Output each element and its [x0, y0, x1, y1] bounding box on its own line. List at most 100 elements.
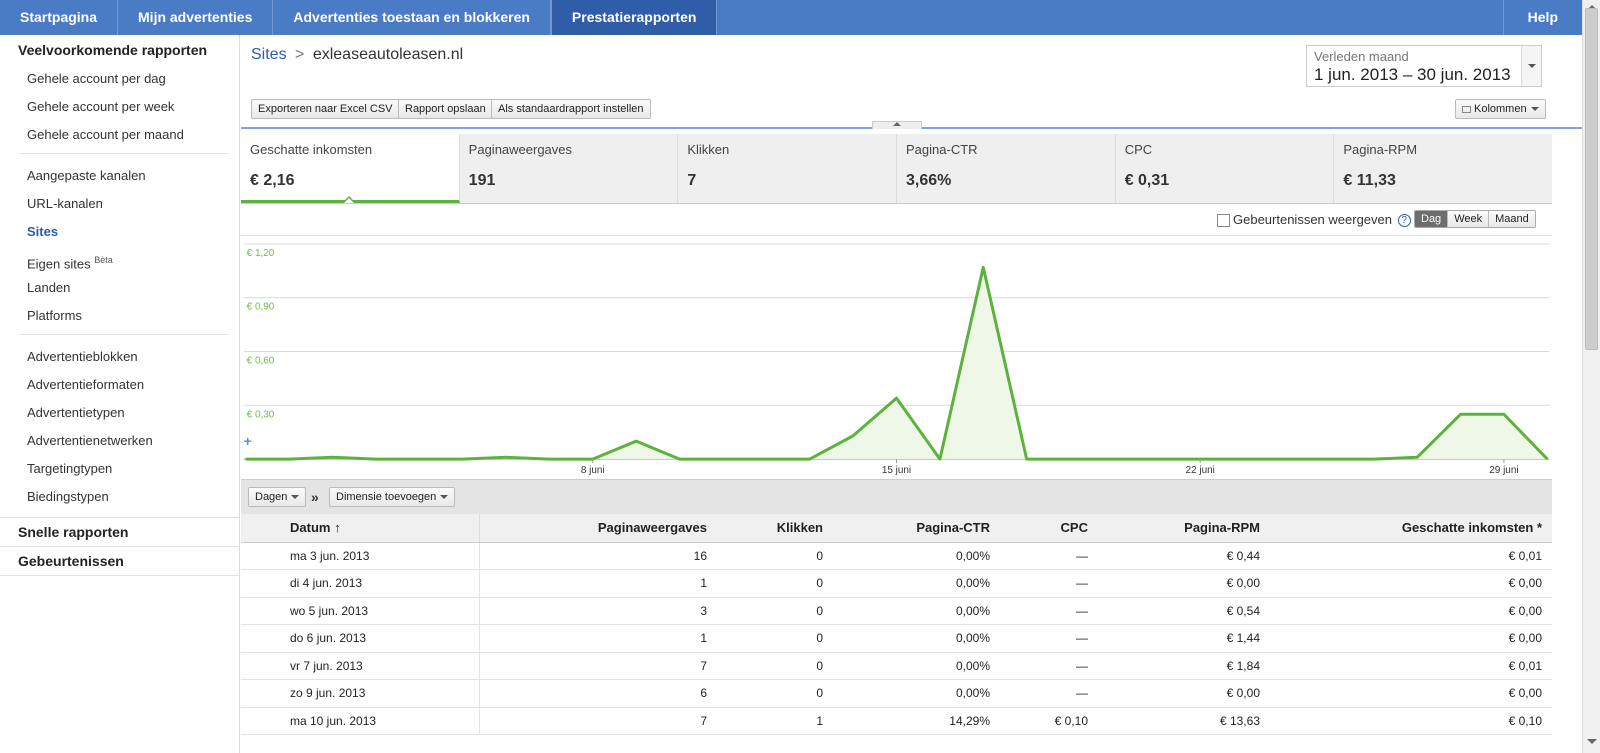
chart-data-point[interactable]	[1243, 458, 1245, 460]
sidebar-item-url-channels[interactable]: URL-kanalen	[0, 190, 239, 218]
zoom-plus-icon[interactable]: +	[244, 433, 252, 449]
sidebar-section-quick-reports[interactable]: Snelle rapporten	[0, 518, 239, 547]
sidebar-item-sites[interactable]: Sites	[0, 218, 239, 246]
sidebar-item-platforms[interactable]: Platforms	[0, 302, 239, 330]
chart-data-point[interactable]	[1503, 413, 1505, 415]
columns-button[interactable]: Kolommen	[1455, 99, 1546, 119]
days-dimension-button[interactable]: Dagen	[248, 487, 307, 507]
tab-prestatierapporten[interactable]: Prestatierapporten	[550, 0, 718, 35]
column-header-page-rpm[interactable]: Pagina-RPM	[1098, 514, 1270, 543]
table-cell: —	[1000, 597, 1098, 625]
help-icon[interactable]: ?	[1397, 214, 1411, 228]
sidebar-item-account-per-day[interactable]: Gehele account per dag	[0, 65, 239, 93]
chart-data-point[interactable]	[1112, 458, 1114, 460]
chart-data-point[interactable]	[722, 458, 724, 460]
save-report-button[interactable]: Rapport opslaan	[398, 99, 493, 119]
chart-data-point[interactable]	[1460, 413, 1462, 415]
sidebar-item-bid-types[interactable]: Biedingstypen	[0, 483, 239, 511]
collapse-chart-icon[interactable]	[872, 121, 922, 129]
chart-data-point[interactable]	[1069, 458, 1071, 460]
chart-data-point[interactable]	[982, 266, 984, 268]
scrollbar-thumb[interactable]	[1585, 8, 1598, 350]
table-cell: do 6 jun. 2013	[241, 624, 480, 653]
sidebar-item-own-sites[interactable]: Eigen sites Bèta	[0, 246, 239, 274]
chart-data-point[interactable]	[331, 456, 333, 458]
table-cell: 0,00%	[833, 624, 1000, 653]
table-cell: 0,00%	[833, 597, 1000, 625]
chart-data-point[interactable]	[288, 458, 290, 460]
table-row: ma 10 jun. 2013 7 1 14,29% € 0,10 € 13,63 € 0,…	[241, 707, 1552, 735]
sidebar-item-ad-networks[interactable]: Advertentienetwerken	[0, 427, 239, 455]
chart-data-point[interactable]	[375, 458, 377, 460]
column-header-date[interactable]: Datum ↑	[241, 514, 480, 543]
chart-data-point[interactable]	[809, 458, 811, 460]
chart-data-point[interactable]	[765, 458, 767, 460]
sidebar-section-common-reports[interactable]: Veelvoorkomende rapporten	[0, 35, 239, 65]
granularity-month-button[interactable]: Maand	[1489, 211, 1535, 227]
table-cell: € 13,63	[1098, 707, 1270, 735]
table-cell: 7	[479, 707, 717, 735]
sidebar-item-ad-units[interactable]: Advertentieblokken	[0, 343, 239, 371]
scorecard-label: Geschatte inkomsten	[250, 142, 373, 157]
sidebar-item-targeting-types[interactable]: Targetingtypen	[0, 455, 239, 483]
own-sites-label: Eigen sites	[27, 256, 91, 272]
sidebar-item-custom-channels[interactable]: Aangepaste kanalen	[0, 162, 239, 190]
events-checkbox[interactable]	[1217, 214, 1230, 228]
chart-data-point[interactable]	[939, 458, 941, 460]
breadcrumb-sites-link[interactable]: Sites	[251, 46, 287, 63]
chart-data-point[interactable]	[1156, 458, 1158, 460]
help-link[interactable]: Help	[1502, 0, 1582, 35]
column-header-clicks[interactable]: Klikken	[717, 514, 833, 543]
chart-data-point[interactable]	[1373, 458, 1375, 460]
date-range-picker[interactable]: Verleden maand 1 jun. 2013 – 30 jun. 201…	[1306, 45, 1542, 87]
events-toggle[interactable]: Gebeurtenissen weergeven ?	[1217, 212, 1411, 228]
chart-data-point[interactable]	[1026, 458, 1028, 460]
column-header-page-ctr[interactable]: Pagina-CTR	[833, 514, 1000, 543]
chart-data-point[interactable]	[505, 456, 507, 458]
granularity-week-button[interactable]: Week	[1448, 211, 1490, 227]
chart-data-point[interactable]	[1416, 456, 1418, 458]
scroll-down-icon[interactable]	[1587, 739, 1597, 749]
scorecard-cpc[interactable]: CPC € 0,31	[1116, 134, 1335, 203]
sidebar-item-account-per-month[interactable]: Gehele account per maand	[0, 121, 239, 149]
chart-data-point[interactable]	[1286, 458, 1288, 460]
add-dimension-button[interactable]: Dimensie toevoegen	[329, 487, 456, 507]
sidebar-item-account-per-week[interactable]: Gehele account per week	[0, 93, 239, 121]
chart-data-point[interactable]	[635, 440, 637, 442]
scorecard-clicks[interactable]: Klikken 7	[678, 134, 898, 203]
page-scrollbar[interactable]	[1582, 0, 1600, 753]
column-header-cpc[interactable]: CPC	[1000, 514, 1098, 543]
chart-data-point[interactable]	[679, 458, 681, 460]
chart-data-point[interactable]	[418, 458, 420, 460]
chart-data-point[interactable]	[245, 458, 247, 460]
export-csv-button[interactable]: Exporteren naar Excel CSV	[251, 99, 400, 119]
chart-data-point[interactable]	[896, 397, 897, 399]
scorecard-page-views[interactable]: Paginaweergaves 191	[460, 134, 679, 203]
x-tick-label: 29 juni	[1489, 465, 1518, 476]
column-header-estimated-earnings[interactable]: Geschatte inkomsten *	[1270, 514, 1552, 543]
chart-data-point[interactable]	[852, 435, 854, 437]
table-cell: 1	[479, 569, 717, 598]
scorecard-estimated-earnings[interactable]: Geschatte inkomsten € 2,16	[241, 134, 460, 203]
chart-data-point[interactable]	[462, 458, 464, 460]
sidebar-item-ad-formats[interactable]: Advertentieformaten	[0, 371, 239, 399]
granularity-day-button[interactable]: Dag	[1415, 211, 1449, 227]
chart-data-point[interactable]	[1546, 458, 1548, 460]
scorecard-page-rpm[interactable]: Pagina-RPM € 11,33	[1334, 134, 1552, 203]
chart-data-point[interactable]	[548, 458, 550, 460]
table-cell: € 0,10	[1270, 707, 1552, 735]
column-header-page-views[interactable]: Paginaweergaves	[479, 514, 717, 543]
sidebar-section-events[interactable]: Gebeurtenissen	[0, 547, 239, 576]
chevron-down-icon[interactable]	[1521, 46, 1541, 86]
granularity-toggle: Dag Week Maand	[1414, 210, 1536, 228]
chart-data-point[interactable]	[1329, 458, 1331, 460]
table-cell: 0,00%	[833, 542, 1000, 570]
tab-mijn-advertenties[interactable]: Mijn advertenties	[118, 0, 274, 35]
sidebar-item-ad-types[interactable]: Advertentietypen	[0, 399, 239, 427]
sidebar-item-countries[interactable]: Landen	[0, 274, 239, 302]
table-cell: di 4 jun. 2013	[241, 569, 480, 598]
tab-startpagina[interactable]: Startpagina	[0, 0, 119, 35]
tab-advertenties-toestaan[interactable]: Advertenties toestaan en blokkeren	[273, 0, 551, 35]
scorecard-page-ctr[interactable]: Pagina-CTR 3,66%	[897, 134, 1116, 203]
set-default-report-button[interactable]: Als standaardrapport instellen	[491, 99, 651, 119]
